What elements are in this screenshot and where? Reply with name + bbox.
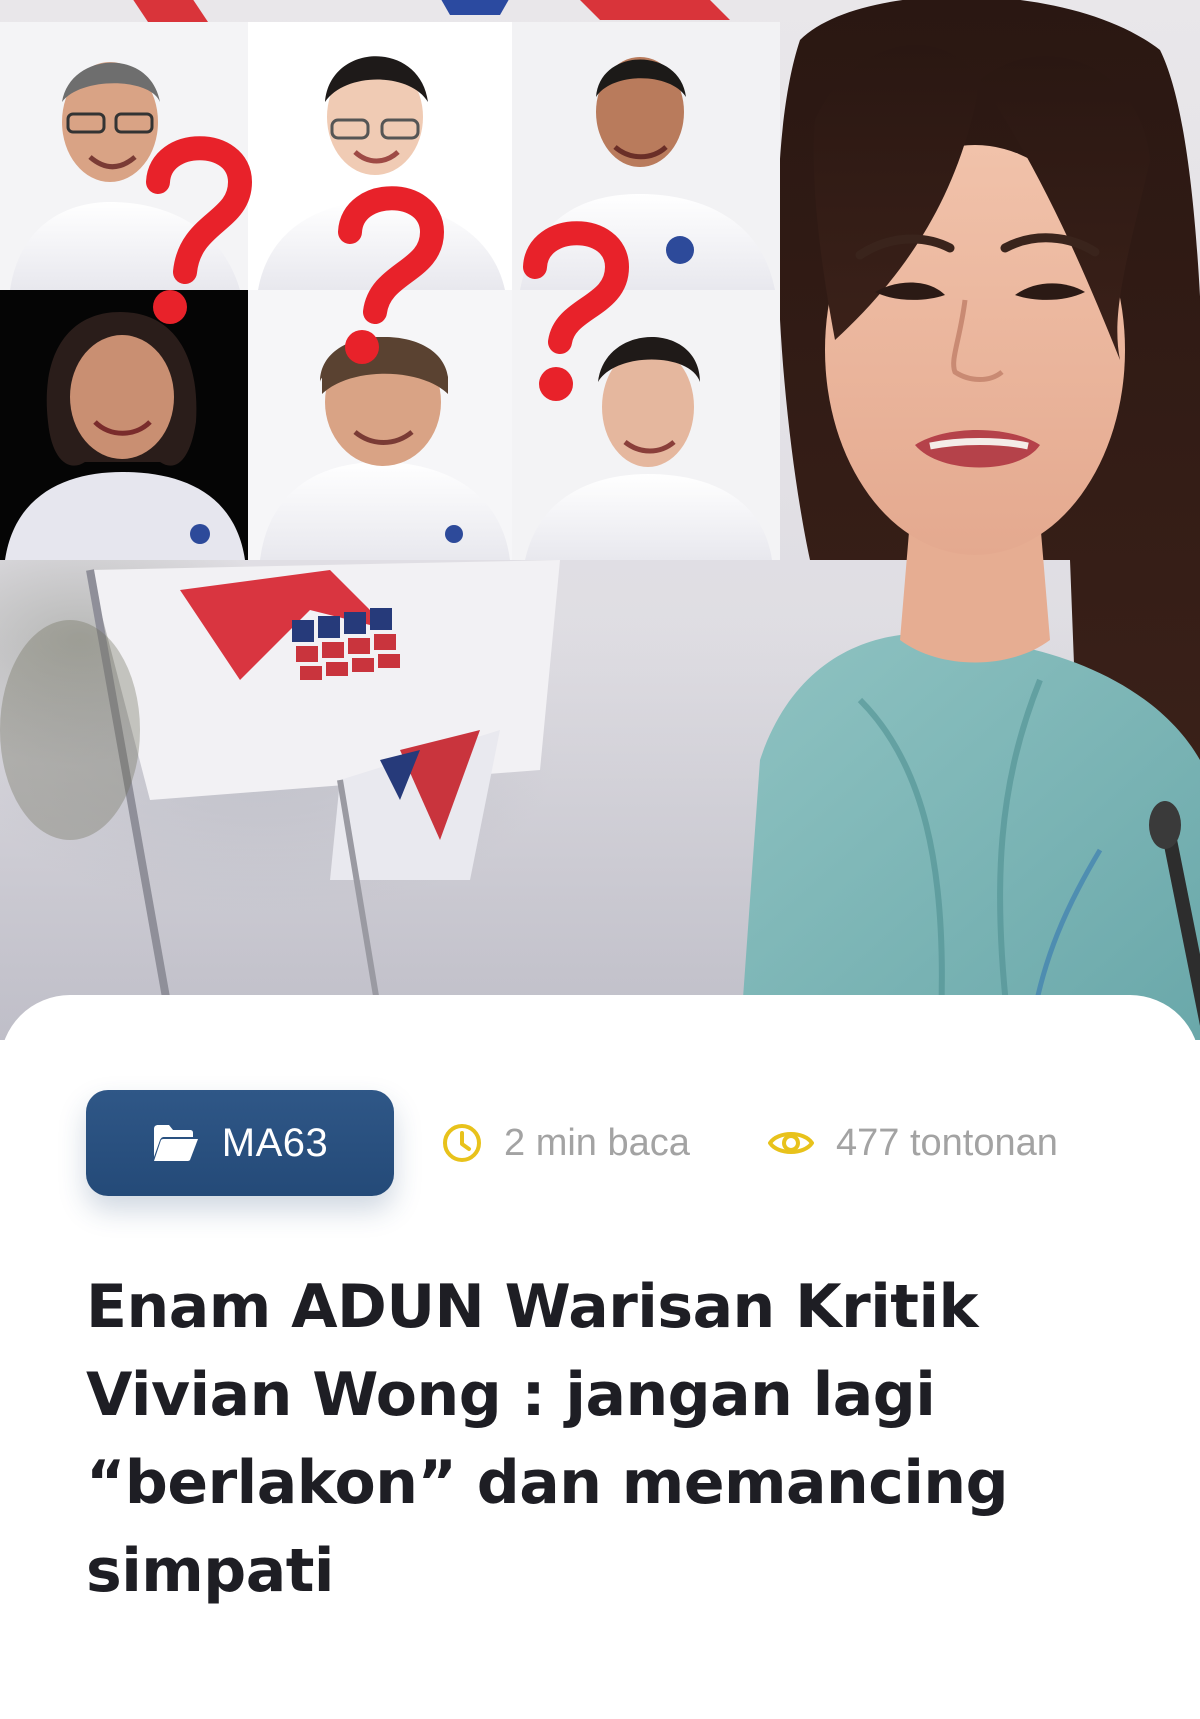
candidate-photo-grid bbox=[0, 22, 780, 560]
view-count: 477 tontonan bbox=[766, 1115, 1058, 1171]
category-label: MA63 bbox=[221, 1120, 329, 1165]
article-card: MA63 2 min baca 477 tontonan Enam ADUN W… bbox=[0, 995, 1200, 1719]
clock-icon bbox=[443, 1124, 481, 1162]
article-headline[interactable]: Enam ADUN Warisan Kritik Vivian Wong : j… bbox=[86, 1263, 1146, 1615]
eye-icon bbox=[768, 1132, 814, 1154]
view-count-label: 477 tontonan bbox=[836, 1121, 1058, 1164]
folder-open-icon bbox=[153, 1125, 198, 1161]
category-button[interactable]: MA63 bbox=[86, 1090, 394, 1196]
woman-portrait bbox=[740, 0, 1200, 1040]
read-time-label: 2 min baca bbox=[504, 1121, 690, 1164]
hero-image bbox=[0, 0, 1200, 1040]
party-flags bbox=[0, 560, 560, 1021]
read-time: 2 min baca bbox=[440, 1115, 690, 1171]
